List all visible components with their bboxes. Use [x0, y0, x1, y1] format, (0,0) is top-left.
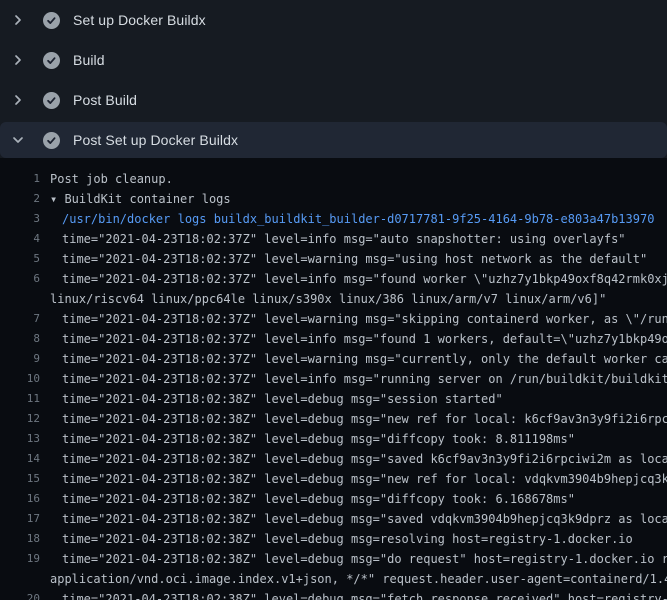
- log-line-number[interactable]: 19: [0, 549, 40, 569]
- log-line: 13time="2021-04-23T18:02:38Z" level=debu…: [0, 429, 667, 449]
- chevron-right-icon: [10, 52, 26, 68]
- log-line: 15time="2021-04-23T18:02:38Z" level=debu…: [0, 469, 667, 489]
- log-line-number[interactable]: 1: [0, 169, 40, 189]
- step-title: Post Set up Docker Buildx: [73, 132, 238, 148]
- log-line-number[interactable]: 7: [0, 309, 40, 329]
- log-line: 2▾ BuildKit container logs: [0, 189, 667, 209]
- log-line-number: [0, 289, 40, 309]
- log-line-text: time="2021-04-23T18:02:37Z" level=warnin…: [40, 309, 667, 329]
- log-line-text: time="2021-04-23T18:02:38Z" level=debug …: [40, 529, 667, 549]
- log-command-text: /usr/bin/docker logs buildx_buildkit_bui…: [40, 209, 667, 229]
- log-line: 3/usr/bin/docker logs buildx_buildkit_bu…: [0, 209, 667, 229]
- log-line: 18time="2021-04-23T18:02:38Z" level=debu…: [0, 529, 667, 549]
- log-line: application/vnd.oci.image.index.v1+json,…: [0, 569, 667, 589]
- log-line-number: [0, 569, 40, 589]
- chevron-right-icon: [10, 12, 26, 28]
- log-line: 9time="2021-04-23T18:02:37Z" level=warni…: [0, 349, 667, 369]
- step-row-post-build[interactable]: Post Build: [0, 80, 667, 120]
- log-line-number[interactable]: 6: [0, 269, 40, 289]
- log-line-text: time="2021-04-23T18:02:38Z" level=debug …: [40, 409, 667, 429]
- log-line-text: linux/riscv64 linux/ppc64le linux/s390x …: [40, 289, 667, 309]
- step-row-post-setup-docker-buildx[interactable]: Post Set up Docker Buildx: [0, 122, 667, 158]
- log-line: linux/riscv64 linux/ppc64le linux/s390x …: [0, 289, 667, 309]
- log-line-number[interactable]: 3: [0, 209, 40, 229]
- check-circle-icon: [43, 132, 60, 149]
- step-title: Post Build: [73, 92, 137, 108]
- log-line-text: ▾ BuildKit container logs: [40, 189, 667, 209]
- log-line-number[interactable]: 15: [0, 469, 40, 489]
- log-line-number[interactable]: 12: [0, 409, 40, 429]
- log-line-text: time="2021-04-23T18:02:38Z" level=debug …: [40, 509, 667, 529]
- log-line-number[interactable]: 13: [0, 429, 40, 449]
- chevron-down-icon: [10, 132, 26, 148]
- log-line-number[interactable]: 9: [0, 349, 40, 369]
- check-circle-icon: [43, 52, 60, 69]
- log-line-number[interactable]: 4: [0, 229, 40, 249]
- log-line: 16time="2021-04-23T18:02:38Z" level=debu…: [0, 489, 667, 509]
- log-line-text: time="2021-04-23T18:02:38Z" level=debug …: [40, 589, 667, 600]
- log-line-text: time="2021-04-23T18:02:37Z" level=info m…: [40, 229, 667, 249]
- log-line: 19time="2021-04-23T18:02:38Z" level=debu…: [0, 549, 667, 569]
- log-line-text: time="2021-04-23T18:02:37Z" level=info m…: [40, 369, 667, 389]
- log-line-text: time="2021-04-23T18:02:37Z" level=info m…: [40, 329, 667, 349]
- log-line-number[interactable]: 20: [0, 589, 40, 600]
- step-row-setup-docker-buildx[interactable]: Set up Docker Buildx: [0, 0, 667, 40]
- log-line: 17time="2021-04-23T18:02:38Z" level=debu…: [0, 509, 667, 529]
- log-line-number[interactable]: 8: [0, 329, 40, 349]
- log-line: 8time="2021-04-23T18:02:37Z" level=info …: [0, 329, 667, 349]
- step-row-build[interactable]: Build: [0, 40, 667, 80]
- log-line: 1Post job cleanup.: [0, 169, 667, 189]
- log-line: 5time="2021-04-23T18:02:37Z" level=warni…: [0, 249, 667, 269]
- log-line-text: time="2021-04-23T18:02:38Z" level=debug …: [40, 429, 667, 449]
- log-line: 4time="2021-04-23T18:02:37Z" level=info …: [0, 229, 667, 249]
- log-viewer: 1Post job cleanup.2▾ BuildKit container …: [0, 158, 667, 600]
- log-line: 12time="2021-04-23T18:02:38Z" level=debu…: [0, 409, 667, 429]
- log-line-text: time="2021-04-23T18:02:38Z" level=debug …: [40, 449, 667, 469]
- log-line: 20time="2021-04-23T18:02:38Z" level=debu…: [0, 589, 667, 600]
- log-line-text: time="2021-04-23T18:02:38Z" level=debug …: [40, 389, 667, 409]
- log-line-number[interactable]: 2: [0, 189, 40, 209]
- steps-list: Set up Docker Buildx Build Post Build Po…: [0, 0, 667, 158]
- log-line-text: time="2021-04-23T18:02:38Z" level=debug …: [40, 489, 667, 509]
- log-line-number[interactable]: 16: [0, 489, 40, 509]
- log-line-text: time="2021-04-23T18:02:37Z" level=info m…: [40, 269, 667, 289]
- log-line-number[interactable]: 14: [0, 449, 40, 469]
- log-line-number[interactable]: 10: [0, 369, 40, 389]
- log-line-number[interactable]: 18: [0, 529, 40, 549]
- log-line: 11time="2021-04-23T18:02:38Z" level=debu…: [0, 389, 667, 409]
- log-line: 6time="2021-04-23T18:02:37Z" level=info …: [0, 269, 667, 289]
- log-line: 10time="2021-04-23T18:02:37Z" level=info…: [0, 369, 667, 389]
- log-line-number[interactable]: 5: [0, 249, 40, 269]
- log-line-text: time="2021-04-23T18:02:37Z" level=warnin…: [40, 249, 667, 269]
- log-line-text: application/vnd.oci.image.index.v1+json,…: [40, 569, 667, 589]
- log-lines: 1Post job cleanup.2▾ BuildKit container …: [0, 169, 667, 600]
- log-line-text: time="2021-04-23T18:02:38Z" level=debug …: [40, 549, 667, 569]
- check-circle-icon: [43, 12, 60, 29]
- log-line: 7time="2021-04-23T18:02:37Z" level=warni…: [0, 309, 667, 329]
- log-line-number[interactable]: 17: [0, 509, 40, 529]
- step-title: Set up Docker Buildx: [73, 12, 206, 28]
- log-line-text: time="2021-04-23T18:02:37Z" level=warnin…: [40, 349, 667, 369]
- step-title: Build: [73, 52, 105, 68]
- log-line: 14time="2021-04-23T18:02:38Z" level=debu…: [0, 449, 667, 469]
- log-line-number[interactable]: 11: [0, 389, 40, 409]
- log-line-text: time="2021-04-23T18:02:38Z" level=debug …: [40, 469, 667, 489]
- chevron-right-icon: [10, 92, 26, 108]
- group-title[interactable]: BuildKit container logs: [57, 192, 230, 206]
- check-circle-icon: [43, 92, 60, 109]
- log-line-text: Post job cleanup.: [40, 169, 667, 189]
